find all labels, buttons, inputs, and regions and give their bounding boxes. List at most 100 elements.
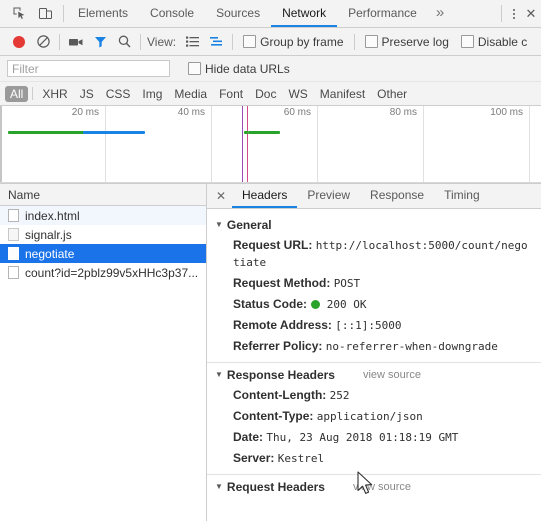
response-date-row: Date: Thu, 23 Aug 2018 01:18:19 GMT (207, 427, 541, 448)
request-headers-section-header[interactable]: ▼ Request Headers view source (207, 477, 541, 497)
request-row-count[interactable]: count?id=2pblz99v5xHHc3p37... (0, 263, 206, 282)
response-view-source-link[interactable]: view source (363, 369, 421, 381)
tab-network-label: Network (282, 5, 327, 20)
network-overview-timeline[interactable]: 20 ms 40 ms 60 ms 80 ms 100 ms (0, 106, 541, 184)
filter-bar: Hide data URLs (0, 56, 541, 82)
content-type-key: Content-Type: (233, 409, 314, 423)
request-name: count?id=2pblz99v5xHHc3p37... (25, 265, 199, 280)
close-icon[interactable]: ✕ (523, 1, 539, 27)
remote-address-value: [::1]:5000 (335, 319, 402, 332)
request-row-signalr-js[interactable]: signalr.js (0, 225, 206, 244)
chevron-down-icon: ▼ (215, 481, 223, 491)
overview-gridline-60ms (317, 106, 318, 183)
filter-icon[interactable] (88, 30, 112, 54)
request-method-value: POST (333, 277, 361, 290)
type-filter-ws-label: WS (288, 86, 308, 101)
requests-column-header[interactable]: Name (0, 184, 206, 206)
status-ok-dot-icon (311, 300, 321, 309)
tab-console[interactable]: Console (139, 0, 205, 27)
requests-pane: Name index.html signalr.js negotiate cou… (0, 184, 207, 521)
request-url-key: Request URL: (233, 238, 313, 252)
preserve-log-checkbox[interactable]: Preserve log (364, 34, 449, 49)
content-type-value: application/json (316, 410, 423, 423)
toolbar-right-icons: ✕ (505, 0, 541, 27)
general-status-code-row: Status Code: 200 OK (207, 294, 541, 315)
overview-gridline-100ms (529, 106, 530, 183)
type-filter-ws[interactable]: WS (283, 86, 312, 102)
group-by-frame-checkbox[interactable]: Group by frame (243, 35, 344, 49)
disable-cache-box[interactable] (460, 35, 474, 48)
xhr-icon (8, 247, 19, 260)
type-filter-doc[interactable]: Doc (250, 86, 281, 102)
camera-icon[interactable] (64, 30, 88, 54)
filter-input[interactable] (7, 60, 170, 77)
general-section-header[interactable]: ▼ General (207, 215, 541, 235)
toolbar-divider (63, 5, 64, 22)
detail-close-icon[interactable]: ✕ (210, 184, 232, 208)
tab-headers[interactable]: Headers (232, 184, 298, 208)
tab-console-label: Console (150, 5, 195, 20)
type-filter-css[interactable]: CSS (101, 86, 136, 102)
overview-tick-100ms: 100 ms (490, 107, 523, 118)
tab-timing[interactable]: Timing (434, 184, 490, 208)
panel-tab-list: Elements Console Sources Network Perform… (67, 0, 498, 27)
remote-address-key: Remote Address: (233, 318, 332, 332)
type-filter-manifest[interactable]: Manifest (315, 86, 370, 102)
type-filter-doc-label: Doc (255, 86, 277, 101)
disable-cache-checkbox[interactable]: Disable c (460, 35, 527, 49)
type-filter-xhr[interactable]: XHR (37, 86, 72, 102)
type-filter-img[interactable]: Img (137, 86, 167, 102)
type-filter-other[interactable]: Other (372, 86, 412, 102)
tab-response-label: Response (370, 188, 425, 202)
content-length-key: Content-Length: (233, 388, 327, 402)
tab-preview[interactable]: Preview (297, 184, 360, 208)
referrer-policy-value: no-referrer-when-downgrade (325, 340, 498, 353)
response-content-type-row: Content-Type: application/json (207, 406, 541, 427)
tab-elements[interactable]: Elements (67, 0, 139, 27)
request-method-key: Request Method: (233, 276, 331, 290)
device-toolbar-icon[interactable] (32, 1, 58, 27)
tab-overflow-button[interactable]: » (428, 0, 452, 27)
overview-bottom-border (0, 182, 541, 183)
devtools-window: Elements Console Sources Network Perform… (0, 0, 541, 521)
request-view-source-link[interactable]: view source (353, 481, 411, 493)
search-icon[interactable] (112, 30, 136, 54)
content-length-value: 252 (329, 389, 350, 402)
xhr-icon (8, 266, 19, 279)
general-request-url-row: Request URL: http://localhost:5000/count… (207, 235, 541, 273)
network-body: Name index.html signalr.js negotiate cou… (0, 184, 541, 521)
tab-network[interactable]: Network (271, 0, 338, 27)
request-row-index-html[interactable]: index.html (0, 206, 206, 225)
record-button[interactable] (7, 30, 31, 54)
request-name: signalr.js (25, 227, 72, 242)
clear-button[interactable] (31, 30, 55, 54)
tab-sources-label: Sources (216, 5, 261, 20)
hide-data-urls-box[interactable] (188, 62, 201, 75)
request-row-negotiate[interactable]: negotiate (0, 244, 206, 263)
type-filter-media[interactable]: Media (169, 86, 212, 102)
overview-dcl-marker (242, 106, 243, 183)
group-by-frame-box[interactable] (243, 35, 257, 48)
chevron-down-icon: ▼ (215, 219, 223, 229)
view-list-icon[interactable] (180, 30, 204, 54)
overview-bar-1-green (8, 131, 83, 134)
tab-response[interactable]: Response (360, 184, 434, 208)
type-filter-all[interactable]: All (5, 85, 29, 102)
tab-overflow-label: » (435, 4, 445, 21)
vertical-dots-icon[interactable] (505, 1, 523, 27)
type-filter-js[interactable]: JS (75, 86, 99, 102)
overview-gridline-20ms (105, 106, 106, 183)
response-headers-section-header[interactable]: ▼ Response Headers view source (207, 365, 541, 385)
tab-performance[interactable]: Performance (337, 0, 428, 27)
section-divider-1 (207, 362, 541, 363)
preserve-log-label: Preserve log (381, 34, 449, 49)
preserve-log-box[interactable] (364, 35, 378, 48)
tab-sources[interactable]: Sources (205, 0, 271, 27)
hide-data-urls-checkbox[interactable]: Hide data URLs (188, 62, 290, 76)
type-filter-font[interactable]: Font (214, 86, 248, 102)
inspect-element-icon[interactable] (6, 1, 32, 27)
type-filter-media-label: Media (174, 86, 208, 101)
view-waterfall-icon[interactable] (204, 30, 228, 54)
resource-type-filter-bar: All XHR JS CSS Img Media Font Doc WS Man… (0, 82, 541, 106)
network-toolbar: View: Group by frame Preserve log Disabl… (0, 28, 541, 56)
